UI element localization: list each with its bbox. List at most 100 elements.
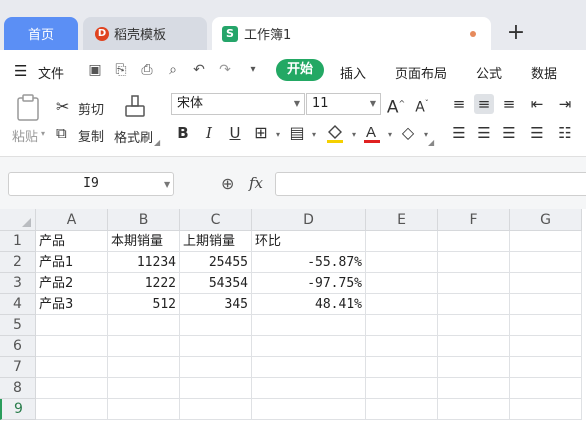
distributed-align-icon[interactable]: ☷ [555, 123, 575, 143]
cell-b9[interactable] [108, 399, 180, 420]
menu-insert[interactable]: 插入 [340, 63, 366, 82]
italic-icon[interactable]: I [199, 123, 219, 143]
cell-a7[interactable] [36, 357, 108, 378]
cell-f3[interactable] [438, 273, 510, 294]
fill-pattern-dropdown-icon[interactable]: ▾ [304, 125, 324, 145]
cell-c1[interactable]: 上期销量 [180, 231, 252, 252]
paste-dropdown-icon[interactable]: ▾ [41, 129, 45, 138]
quick-access-dropdown-icon[interactable]: ▾ [244, 61, 262, 79]
cell-d3[interactable]: -97.75% [252, 273, 366, 294]
save-icon[interactable]: ▣ [86, 61, 104, 79]
paste-label[interactable]: 粘贴 [12, 126, 38, 145]
cell-g6[interactable] [510, 336, 582, 357]
cell-e4[interactable] [366, 294, 438, 315]
column-header-g[interactable]: G [510, 209, 582, 231]
cell-g1[interactable] [510, 231, 582, 252]
increase-font-icon[interactable]: A^ [386, 94, 406, 118]
cell-g5[interactable] [510, 315, 582, 336]
column-header-f[interactable]: F [438, 209, 510, 231]
cell-e8[interactable] [366, 378, 438, 399]
align-right-icon[interactable]: ☰ [499, 123, 519, 143]
cell-a9[interactable] [36, 399, 108, 420]
cell-e5[interactable] [366, 315, 438, 336]
scissors-icon[interactable]: ✂ [56, 97, 69, 116]
cell-g7[interactable] [510, 357, 582, 378]
undo-icon[interactable]: ↶ [190, 61, 208, 79]
cell-a3[interactable]: 产品2 [36, 273, 108, 294]
export-icon[interactable]: ⎘ [112, 61, 130, 79]
underline-icon[interactable]: U [225, 123, 245, 143]
cell-c2[interactable]: 25455 [180, 252, 252, 273]
cell-e7[interactable] [366, 357, 438, 378]
cell-f8[interactable] [438, 378, 510, 399]
tab-docer-templates[interactable]: D 稻壳模板 [83, 17, 207, 50]
cell-c8[interactable] [180, 378, 252, 399]
cell-c4[interactable]: 345 [180, 294, 252, 315]
copy-label[interactable]: 复制 [78, 126, 104, 145]
bold-icon[interactable]: B [173, 123, 193, 143]
font-size-select[interactable]: 11 ▼ [306, 93, 381, 115]
cell-c3[interactable]: 54354 [180, 273, 252, 294]
row-header-3[interactable]: 3 [0, 273, 36, 294]
redo-icon[interactable]: ↷ [216, 61, 234, 79]
cell-b5[interactable] [108, 315, 180, 336]
cell-a5[interactable] [36, 315, 108, 336]
tab-workbook[interactable]: S 工作簿1 [212, 17, 491, 50]
font-name-select[interactable]: 宋体 ▼ [171, 93, 305, 115]
cell-d1[interactable]: 环比 [252, 231, 366, 252]
align-bottom-icon[interactable]: ≡ [499, 94, 519, 114]
cell-e2[interactable] [366, 252, 438, 273]
row-header-8[interactable]: 8 [0, 378, 36, 399]
cell-a2[interactable]: 产品1 [36, 252, 108, 273]
align-center-icon[interactable]: ☰ [474, 123, 494, 143]
cell-f1[interactable] [438, 231, 510, 252]
indent-increase-icon[interactable]: ⇥ [555, 94, 575, 114]
cell-b7[interactable] [108, 357, 180, 378]
cell-b6[interactable] [108, 336, 180, 357]
column-header-e[interactable]: E [366, 209, 438, 231]
cell-d9[interactable] [252, 399, 366, 420]
menu-data[interactable]: 数据 [531, 63, 557, 82]
cell-b4[interactable]: 512 [108, 294, 180, 315]
cell-g4[interactable] [510, 294, 582, 315]
cell-c6[interactable] [180, 336, 252, 357]
font-color-dropdown-icon[interactable]: ▾ [380, 125, 400, 145]
row-header-1[interactable]: 1 [0, 231, 36, 252]
insert-function-icon[interactable]: fx [249, 174, 263, 192]
cell-e1[interactable] [366, 231, 438, 252]
cell-d8[interactable] [252, 378, 366, 399]
row-header-9[interactable]: 9 [0, 399, 36, 420]
row-header-2[interactable]: 2 [0, 252, 36, 273]
hamburger-icon[interactable]: ☰ [14, 62, 27, 80]
font-expand-icon[interactable]: ◢ [428, 138, 434, 147]
cell-f4[interactable] [438, 294, 510, 315]
cell-f5[interactable] [438, 315, 510, 336]
zoom-icon[interactable]: ⊕ [221, 174, 241, 194]
tab-home[interactable]: 首页 [4, 17, 78, 50]
border-dropdown-icon[interactable]: ▾ [268, 125, 288, 145]
cell-d7[interactable] [252, 357, 366, 378]
align-top-icon[interactable]: ≡ [449, 94, 469, 114]
decrease-font-icon[interactable]: Aˇ [412, 94, 432, 116]
paste-icon[interactable] [15, 94, 43, 122]
print-icon[interactable]: ⎙ [138, 61, 156, 79]
column-header-c[interactable]: C [180, 209, 252, 231]
cell-d2[interactable]: -55.87% [252, 252, 366, 273]
row-header-5[interactable]: 5 [0, 315, 36, 336]
menu-page-layout[interactable]: 页面布局 [395, 63, 447, 82]
column-header-d[interactable]: D [252, 209, 366, 231]
cell-d6[interactable] [252, 336, 366, 357]
menu-file[interactable]: 文件 [38, 63, 64, 82]
row-header-7[interactable]: 7 [0, 357, 36, 378]
align-middle-icon[interactable]: ≡ [474, 94, 494, 114]
cell-b2[interactable]: 11234 [108, 252, 180, 273]
eraser-icon[interactable]: ◇ [398, 123, 418, 143]
cell-c9[interactable] [180, 399, 252, 420]
justify-icon[interactable]: ☰ [527, 123, 547, 143]
chevron-down-icon[interactable]: ▼ [164, 180, 170, 189]
cell-e9[interactable] [366, 399, 438, 420]
cell-e3[interactable] [366, 273, 438, 294]
align-left-icon[interactable]: ☰ [449, 123, 469, 143]
cell-a8[interactable] [36, 378, 108, 399]
cell-c5[interactable] [180, 315, 252, 336]
